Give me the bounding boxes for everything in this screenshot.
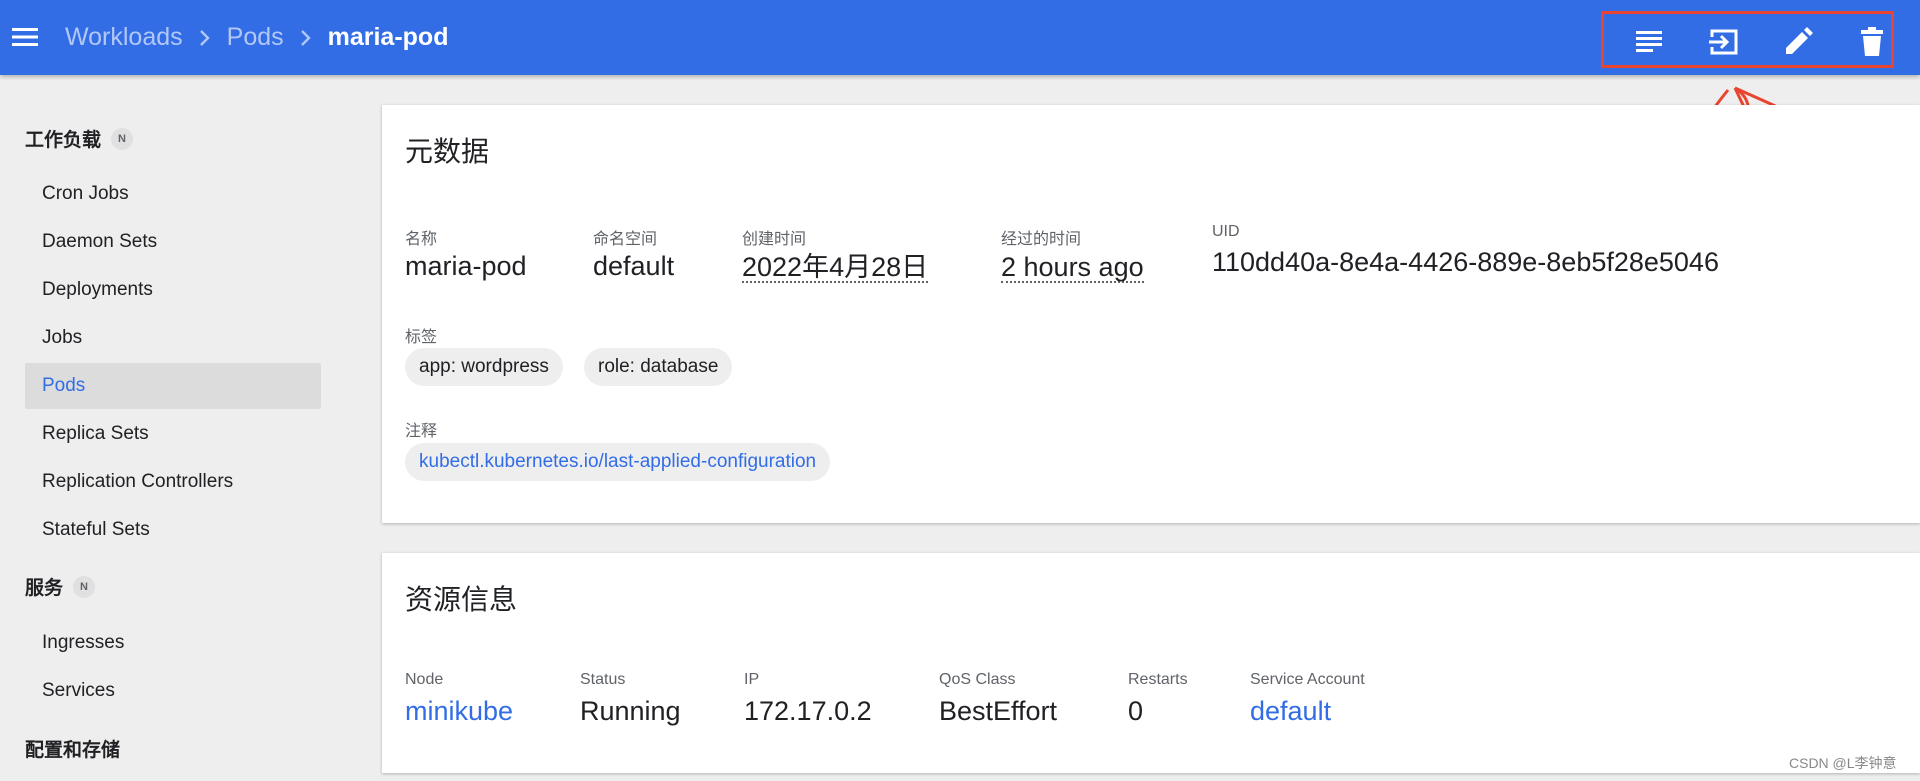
nav-group-services[interactable]: 服务 N [25, 573, 96, 600]
field-label: 经过的时间 [1001, 231, 1082, 248]
age-value: 2 hours ago [1001, 252, 1144, 284]
annotations-title: 注释 [405, 423, 438, 440]
uid-value: 110dd40a-8e4a-4426-889e-8eb5f28e5046 [1212, 247, 1719, 277]
breadcrumb: Workloads Pods maria-pod [65, 0, 448, 75]
logs-icon[interactable] [1633, 26, 1665, 58]
sidebar-item-services[interactable]: Services [25, 668, 321, 714]
status-value: Running [580, 696, 681, 726]
exec-icon[interactable] [1707, 26, 1739, 58]
chevron-right-icon [183, 26, 227, 50]
namespace-value: default [593, 251, 675, 281]
top-bar: Workloads Pods maria-pod [0, 0, 1920, 75]
field-label: Status [580, 671, 626, 688]
sidebar-item-stateful-sets[interactable]: Stateful Sets [25, 507, 321, 553]
breadcrumb-pods[interactable]: Pods [227, 23, 284, 52]
field-label: 名称 [405, 231, 438, 248]
node-link[interactable]: minikube [405, 696, 513, 727]
field-label: Node [405, 671, 444, 688]
sidebar-item-replica-sets[interactable]: Replica Sets [25, 411, 321, 457]
metadata-card: 元数据 名称 maria-pod 命名空间 default 创建时间 2022年… [382, 105, 1920, 523]
field-label: 命名空间 [593, 231, 658, 248]
field-label: IP [744, 671, 760, 688]
chevron-right-icon [284, 26, 328, 50]
breadcrumb-current: maria-pod [327, 23, 449, 51]
card-title: 元数据 [405, 136, 490, 167]
new-badge: N [111, 127, 134, 150]
annotation-chip[interactable]: kubectl.kubernetes.io/last-applied-confi… [405, 443, 831, 481]
sidebar-item-replication-controllers[interactable]: Replication Controllers [25, 459, 321, 505]
qos-class-value: BestEffort [939, 696, 1058, 726]
sidebar-item-ingresses[interactable]: Ingresses [25, 620, 321, 666]
sidebar-item-pods[interactable]: Pods [25, 363, 321, 409]
breadcrumb-workloads[interactable]: Workloads [65, 23, 183, 52]
pod-name-value: maria-pod [405, 251, 527, 281]
field-label: UID [1212, 223, 1240, 240]
edit-icon[interactable] [1782, 26, 1814, 58]
created-time-value: 2022年4月28日 [742, 252, 929, 284]
label-chip: role: database [584, 348, 733, 386]
ip-value: 172.17.0.2 [744, 696, 872, 726]
field-label: Restarts [1128, 671, 1188, 688]
watermark: CSDN @L李钟意 [1789, 755, 1897, 771]
restarts-value: 0 [1128, 696, 1144, 726]
nav-group-workloads[interactable]: 工作负载 N [25, 125, 134, 152]
menu-icon[interactable] [10, 22, 40, 52]
label-chip: app: wordpress [405, 348, 563, 386]
action-toolbar [1601, 11, 1894, 68]
delete-icon[interactable] [1856, 26, 1888, 58]
sidebar-item-cron-jobs[interactable]: Cron Jobs [25, 171, 321, 217]
field-label: QoS Class [939, 671, 1016, 688]
field-label: 创建时间 [742, 231, 807, 248]
nav-group-config-storage[interactable]: 配置和存储 [25, 735, 120, 762]
sidebar-item-daemon-sets[interactable]: Daemon Sets [25, 219, 321, 265]
card-title: 资源信息 [405, 584, 518, 615]
sidebar-item-deployments[interactable]: Deployments [25, 267, 321, 313]
field-label: Service Account [1250, 671, 1365, 688]
sidebar: 工作负载 N Cron Jobs Daemon Sets Deployments… [0, 75, 330, 781]
labels-title: 标签 [405, 329, 438, 346]
service-account-link[interactable]: default [1250, 696, 1331, 727]
sidebar-item-jobs[interactable]: Jobs [25, 315, 321, 361]
resource-info-card: 资源信息 Node minikube Status Running IP 172… [382, 553, 1920, 773]
new-badge: N [73, 575, 96, 598]
